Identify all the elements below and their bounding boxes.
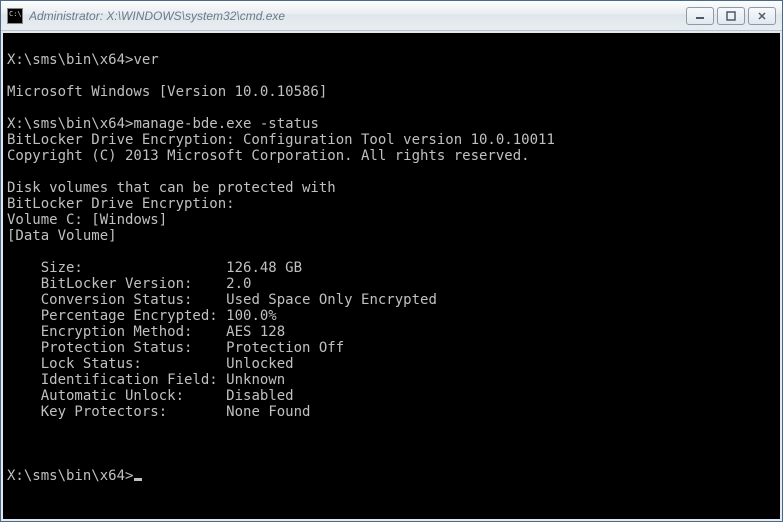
- titlebar[interactable]: Administrator: X:\WINDOWS\system32\cmd.e…: [1, 1, 782, 31]
- status-value: AES 128: [226, 324, 285, 340]
- status-label: Lock Status:: [7, 356, 142, 372]
- status-label: Size:: [7, 260, 83, 276]
- cursor: [134, 478, 142, 481]
- window-title: Administrator: X:\WINDOWS\system32\cmd.e…: [29, 9, 686, 23]
- cmd-window: Administrator: X:\WINDOWS\system32\cmd.e…: [0, 0, 783, 522]
- status-table: Size: 126.48 GB BitLocker Version: 2.0 C…: [7, 260, 776, 420]
- status-row: Size: 126.48 GB: [7, 260, 776, 276]
- minimize-button[interactable]: [686, 7, 714, 25]
- output-line: BitLocker Drive Encryption: Configuratio…: [7, 132, 555, 148]
- status-row: BitLocker Version: 2.0: [7, 276, 776, 292]
- status-row: Protection Status: Protection Off: [7, 340, 776, 356]
- status-value: 2.0: [226, 276, 251, 292]
- status-value: Unlocked: [226, 356, 293, 372]
- prompt: X:\sms\bin\x64>: [7, 468, 133, 484]
- output-line: [Data Volume]: [7, 228, 117, 244]
- status-label: Conversion Status:: [7, 292, 192, 308]
- close-button[interactable]: [748, 7, 776, 25]
- status-value: Protection Off: [226, 340, 344, 356]
- maximize-button[interactable]: [717, 7, 745, 25]
- status-value: Unknown: [226, 372, 285, 388]
- status-label: Protection Status:: [7, 340, 192, 356]
- status-value: None Found: [226, 404, 310, 420]
- status-row: Percentage Encrypted: 100.0%: [7, 308, 776, 324]
- cmd-icon: [7, 8, 23, 24]
- status-value: 126.48 GB: [226, 260, 302, 276]
- status-label: Percentage Encrypted:: [7, 308, 218, 324]
- output-line: Copyright (C) 2013 Microsoft Corporation…: [7, 148, 530, 164]
- status-value: Used Space Only Encrypted: [226, 292, 437, 308]
- status-row: Conversion Status: Used Space Only Encry…: [7, 292, 776, 308]
- status-row: Automatic Unlock: Disabled: [7, 388, 776, 404]
- status-label: BitLocker Version:: [7, 276, 192, 292]
- status-row: Identification Field: Unknown: [7, 372, 776, 388]
- terminal-output[interactable]: X:\sms\bin\x64>ver Microsoft Windows [Ve…: [1, 31, 782, 521]
- window-controls: [686, 7, 780, 25]
- prompt: X:\sms\bin\x64>: [7, 116, 133, 132]
- status-value: 100.0%: [226, 308, 277, 324]
- prompt: X:\sms\bin\x64>: [7, 52, 133, 68]
- output-line: Microsoft Windows [Version 10.0.10586]: [7, 84, 327, 100]
- status-row: Lock Status: Unlocked: [7, 356, 776, 372]
- command-text: manage-bde.exe -status: [133, 116, 318, 132]
- output-line: Disk volumes that can be protected with: [7, 180, 336, 196]
- status-label: Key Protectors:: [7, 404, 167, 420]
- status-label: Automatic Unlock:: [7, 388, 184, 404]
- output-line: BitLocker Drive Encryption:: [7, 196, 235, 212]
- status-label: Identification Field:: [7, 372, 218, 388]
- status-row: Key Protectors: None Found: [7, 404, 776, 420]
- output-line: Volume C: [Windows]: [7, 212, 167, 228]
- status-label: Encryption Method:: [7, 324, 192, 340]
- status-value: Disabled: [226, 388, 293, 404]
- command-text: ver: [133, 52, 158, 68]
- status-row: Encryption Method: AES 128: [7, 324, 776, 340]
